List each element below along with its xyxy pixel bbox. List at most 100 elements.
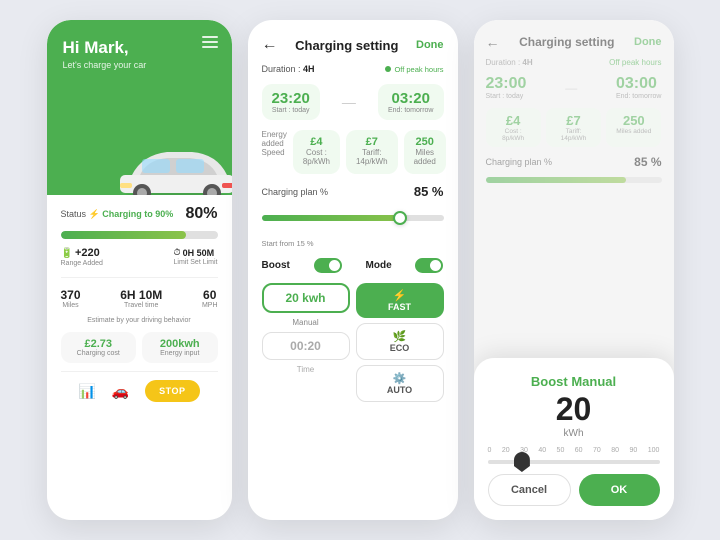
boost-modes-row: 20 kwh Manual 00:20 Time ⚡ FAST 🌿 ECO ⚙️… [262,283,444,402]
menu-icon[interactable] [202,36,218,48]
tariff-value: £7 [356,136,388,148]
tariff-label: Tariff: 14p/kWh [356,148,388,166]
time-input-label: Time [262,365,350,374]
status-row: Status ⚡ Charging to 90% 80% [61,205,218,223]
stats-nav-icon[interactable]: 📊 [78,383,95,400]
timer-icon: ⏱ [174,247,181,258]
slider-start-label: Start from 15 % [262,239,444,248]
done-button[interactable]: Done [416,39,444,51]
right-cost-box: £4 Cost : 8p/kWh [486,108,541,147]
popup-cancel-button[interactable]: Cancel [488,474,571,506]
time-input-box[interactable]: 00:20 [262,332,350,360]
right-start-time: 23:00 Start : today [486,75,527,100]
cost-label: Cost : 8p/kWh [303,148,330,166]
right-energy-row: £4 Cost : 8p/kWh £7 Tariff: 14p/kWh 250 … [486,108,662,147]
duration-row: Duration : 4H Off peak hours [262,64,444,74]
popup-scale: 02030405060708090100 [488,447,660,454]
back-arrow[interactable]: ← [262,36,278,54]
left-header: Hi Mark, Let's charge your car [47,20,232,195]
charging-cost-box: £2.73 Charging cost [61,332,137,363]
end-sub: End: tomorrow [388,107,434,114]
status-label: Status ⚡ Charging to 90% [61,209,174,220]
right-done: Done [634,36,662,48]
charging-slider[interactable] [262,209,444,227]
miles-trip: 370 Miles [61,288,81,309]
right-content-blurred: ← Charging setting Done Duration : 4H Of… [486,34,662,183]
left-card: Hi Mark, Let's charge your car Status ⚡ … [47,20,232,520]
mode-col: ⚡ FAST 🌿 ECO ⚙️ AUTO [356,283,444,402]
start-sub: Start : today [272,107,310,114]
plan-pct: 85 % [414,184,444,199]
popup-btn-row: Cancel OK [488,474,660,506]
kwh-value: 20 kwh [274,291,338,305]
miles-box: 250 Miles added [404,130,446,174]
energy-row: Energy added Speed £4 Cost : 8p/kWh £7 T… [262,130,444,174]
start-time-box: 23:20 Start : today [262,84,320,120]
kwh-box[interactable]: 20 kwh [262,283,350,313]
eco-label: ECO [367,343,433,353]
fast-label: FAST [366,302,434,312]
stats-row: 🔋 +220 Range Added ⏱ 0H 50M Limit Set Li… [61,247,218,267]
subtitle: Let's charge your car [63,60,216,70]
mid-title: Charging setting [295,38,398,53]
stop-button[interactable]: STOP [145,380,199,402]
auto-label: AUTO [367,385,433,395]
end-time: 03:20 [388,90,434,107]
left-body: Status ⚡ Charging to 90% 80% 🔋 +220 Rang… [47,195,232,520]
cost-row: £2.73 Charging cost 200kwh Energy input [61,332,218,363]
charge-percentage: 80% [185,205,217,223]
right-card: ← Charging setting Done Duration : 4H Of… [474,20,674,520]
fast-mode-box[interactable]: ⚡ FAST [356,283,444,318]
popup-unit: kWh [488,428,660,439]
boost-col: 20 kwh Manual 00:20 Time [262,283,350,402]
boost-label: Boost [262,260,290,271]
popup-ok-button[interactable]: OK [579,474,660,506]
mph-trip: 60 MPH [202,288,218,309]
mode-label: Mode [366,260,392,271]
travel-trip: 6H 10M Travel time [120,288,162,309]
popup-slider[interactable] [488,460,660,464]
energy-input-label: Energy input [150,350,210,357]
tariff-box: £7 Tariff: 14p/kWh [346,130,398,174]
duration-label: Duration : 4H [262,64,315,74]
cost-value: £4 [303,136,330,148]
plan-label: Charging plan % [262,187,329,197]
right-slider [486,177,662,183]
kwh-sub: Manual [262,318,350,327]
right-plan-row: Charging plan % 85 % [486,155,662,169]
auto-icon: ⚙️ [367,372,433,385]
mode-toggle[interactable] [415,258,443,273]
miles-value: 250 [414,136,436,148]
limit-stat: ⏱ 0H 50M Limit Set Limit [174,247,218,267]
miles-label: Miles added [414,148,436,166]
greeting: Hi Mark, [63,38,216,58]
charging-cost-value: £2.73 [69,338,129,350]
right-tariff-box: £7 Tariff: 14p/kWh [546,108,601,147]
eco-icon: 🌿 [367,330,433,343]
time-input-val: 00:20 [273,339,339,353]
charging-cost-label: Charging cost [69,350,129,357]
charge-progress-bar [61,231,218,239]
bottom-nav: 📊 🚗 STOP [61,371,218,410]
car-nav-icon[interactable]: 🚗 [112,383,129,400]
time-dash: — [342,94,356,110]
auto-mode-box[interactable]: ⚙️ AUTO [356,365,444,402]
boost-popup: Boost Manual 20 kWh 02030405060708090100… [474,358,674,520]
popup-title: Boost Manual [488,374,660,389]
mid-header: ← Charging setting Done [262,36,444,54]
range-added-stat: 🔋 +220 Range Added [61,247,103,267]
right-end-time: 03:00 End: tomorrow [616,75,662,100]
eco-mode-box[interactable]: 🌿 ECO [356,323,444,360]
start-time: 23:20 [272,90,310,107]
offpeak-label: Off peak hours [385,65,443,74]
plan-section: Charging plan % 85 % [262,184,444,199]
right-miles-box: 250 Miles added [606,108,661,147]
fast-icon: ⚡ [366,289,434,302]
estimate-label: Estimate by your driving behavior [61,317,218,324]
energy-labels: Energy added Speed [262,130,287,174]
boost-row: Boost Mode [262,258,444,273]
boost-toggle[interactable] [314,258,342,273]
divider1 [61,277,218,278]
charge-progress-fill [61,231,187,239]
right-back-arrow: ← [486,34,500,50]
